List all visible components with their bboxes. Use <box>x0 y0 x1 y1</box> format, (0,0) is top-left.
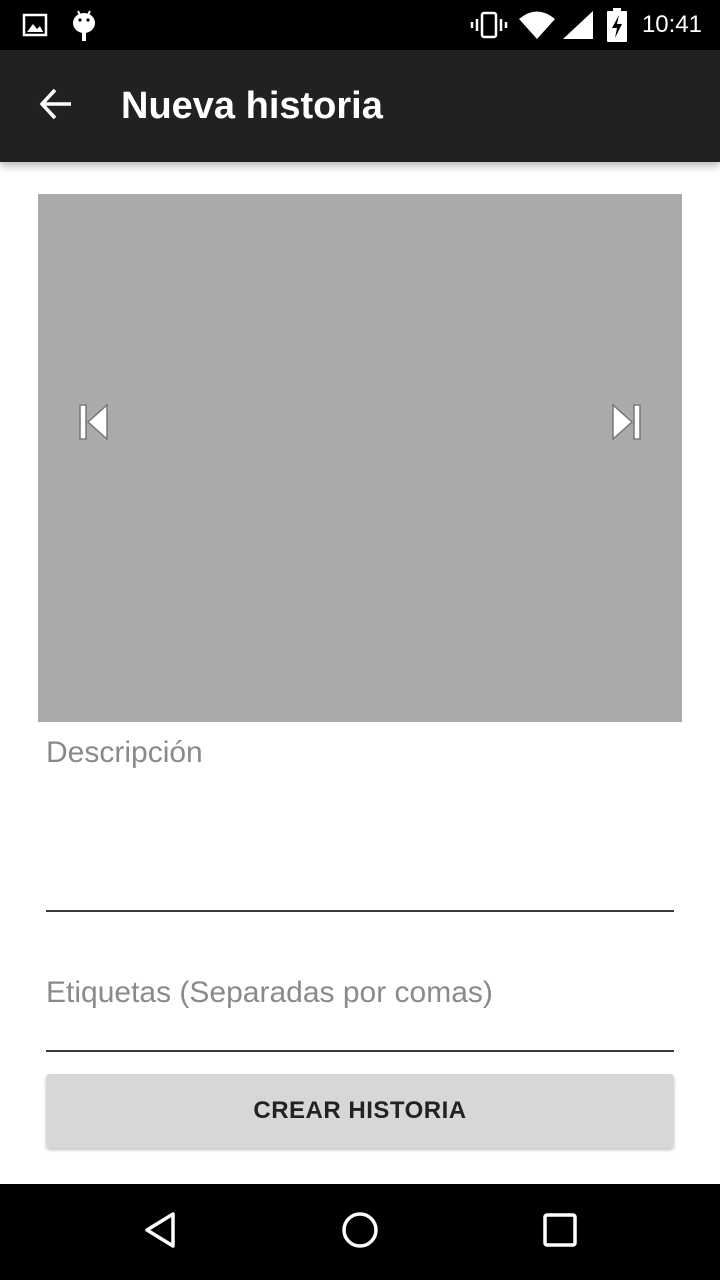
back-triangle-icon <box>140 1210 180 1255</box>
image-icon <box>22 0 48 50</box>
app-bar: Nueva historia <box>0 50 720 162</box>
tags-field[interactable] <box>46 922 674 1052</box>
system-home-button[interactable] <box>310 1184 410 1280</box>
skip-previous-icon <box>77 402 111 447</box>
system-recents-button[interactable] <box>510 1184 610 1280</box>
battery-charging-icon <box>606 0 628 50</box>
skip-next-icon <box>609 402 643 447</box>
next-image-button[interactable] <box>606 399 646 449</box>
vibrate-icon <box>470 0 508 50</box>
page-title: Nueva historia <box>121 85 383 127</box>
arrow-back-icon <box>38 86 74 127</box>
status-bar: 10:41 <box>0 0 720 50</box>
image-preview[interactable] <box>38 194 682 722</box>
create-story-button[interactable]: CREAR HISTORIA <box>46 1074 674 1148</box>
recents-square-icon <box>540 1210 580 1255</box>
system-back-button[interactable] <box>110 1184 210 1280</box>
description-field[interactable] <box>46 722 674 912</box>
home-circle-icon <box>340 1210 380 1255</box>
wifi-icon <box>518 0 556 50</box>
android-icon <box>70 0 98 50</box>
back-button[interactable] <box>24 74 88 138</box>
previous-image-button[interactable] <box>74 399 114 449</box>
status-time: 10:41 <box>641 11 702 38</box>
signal-icon <box>562 0 594 50</box>
system-nav-bar <box>0 1184 720 1280</box>
